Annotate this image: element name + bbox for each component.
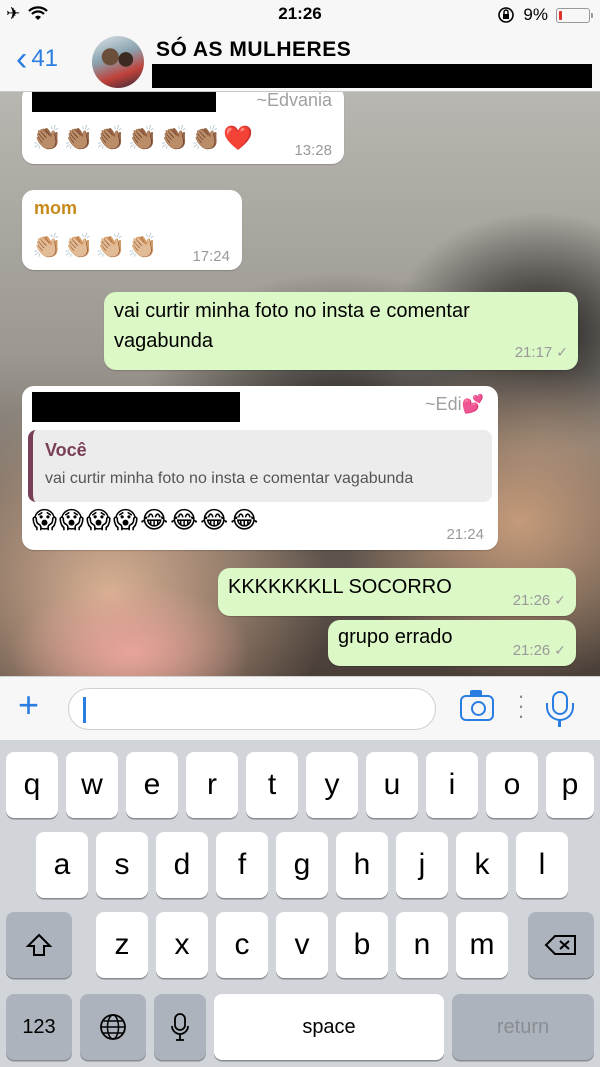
message-bubble-incoming[interactable]: ~Edi💕 Você vai curtir minha foto no inst…	[22, 386, 498, 550]
space-key[interactable]: space	[214, 994, 444, 1060]
key-u[interactable]: u	[366, 752, 418, 818]
backspace-icon	[544, 935, 576, 955]
message-time: 21:17	[514, 344, 553, 361]
keyboard: q w e r t y u i o p a s d f g h j k l z …	[0, 740, 600, 1067]
status-bar: ✈ 21:26 9%	[0, 0, 600, 30]
globe-key[interactable]	[80, 994, 146, 1060]
message-meta: 21:26 ✓	[513, 642, 566, 659]
key-n[interactable]: n	[396, 912, 448, 978]
message-text: 👏🏽👏🏽👏🏽👏🏽👏🏽👏🏽❤️	[32, 125, 256, 152]
text-cursor	[83, 697, 86, 723]
message-sender: ~Edvania	[256, 92, 332, 110]
key-a[interactable]: a	[36, 832, 88, 898]
chat-area[interactable]: ~Edvania 👏🏽👏🏽👏🏽👏🏽👏🏽👏🏽❤️ 13:28 mom 👏🏼👏🏼👏🏼…	[0, 92, 600, 676]
message-time: 13:28	[294, 142, 332, 159]
message-text: 👏🏼👏🏼👏🏼👏🏼	[32, 233, 160, 260]
return-key[interactable]: return	[452, 994, 594, 1060]
key-h[interactable]: h	[336, 832, 388, 898]
battery-icon	[556, 7, 593, 23]
group-avatar[interactable]	[92, 36, 144, 88]
more-icon[interactable]: · · ·	[516, 685, 526, 727]
key-b[interactable]: b	[336, 912, 388, 978]
group-title[interactable]: SÓ AS MULHERES	[156, 38, 351, 62]
key-q[interactable]: q	[6, 752, 58, 818]
key-m[interactable]: m	[456, 912, 508, 978]
composer-bar: + · · ·	[0, 676, 600, 740]
key-d[interactable]: d	[156, 832, 208, 898]
microphone-key-icon	[171, 1013, 189, 1041]
key-e[interactable]: e	[126, 752, 178, 818]
quote-text: vai curtir minha foto no insta e comenta…	[45, 470, 414, 487]
message-bubble-outgoing[interactable]: vai curtir minha foto no insta e comenta…	[104, 292, 578, 370]
shift-key[interactable]	[6, 912, 72, 978]
unread-count: 41	[31, 45, 59, 72]
key-o[interactable]: o	[486, 752, 538, 818]
status-right: 9%	[497, 5, 593, 25]
message-text: KKKKKKKLL SOCORRO	[228, 576, 452, 598]
key-i[interactable]: i	[426, 752, 478, 818]
message-text: 😱😱😱😱😂😂😂😂	[32, 507, 261, 534]
key-g[interactable]: g	[276, 832, 328, 898]
quoted-message[interactable]: Você vai curtir minha foto no insta e co…	[28, 430, 492, 502]
key-c[interactable]: c	[216, 912, 268, 978]
key-f[interactable]: f	[216, 832, 268, 898]
dictation-key[interactable]	[154, 994, 206, 1060]
sent-check-icon: ✓	[554, 592, 566, 608]
camera-icon[interactable]	[460, 690, 494, 721]
message-text: vai curtir minha foto no insta e comenta…	[114, 300, 470, 352]
key-r[interactable]: r	[186, 752, 238, 818]
chevron-left-icon: ‹	[16, 40, 28, 78]
redacted-participants	[152, 64, 592, 88]
message-bubble-outgoing[interactable]: grupo errado 21:26 ✓	[328, 620, 576, 666]
key-y[interactable]: y	[306, 752, 358, 818]
key-s[interactable]: s	[96, 832, 148, 898]
quote-author: Você	[45, 440, 87, 460]
message-meta: 21:17 ✓	[515, 344, 568, 361]
message-text: grupo errado	[338, 626, 453, 648]
back-button[interactable]: ‹ 41	[16, 42, 58, 76]
key-p[interactable]: p	[546, 752, 594, 818]
message-bubble-incoming[interactable]: ~Edvania 👏🏽👏🏽👏🏽👏🏽👏🏽👏🏽❤️ 13:28	[22, 92, 344, 164]
message-input[interactable]	[68, 688, 436, 730]
battery-fill	[559, 10, 562, 20]
message-sender: ~Edi💕	[425, 394, 484, 414]
message-sender: mom	[34, 198, 78, 218]
key-t[interactable]: t	[246, 752, 298, 818]
key-j[interactable]: j	[396, 832, 448, 898]
message-bubble-incoming[interactable]: mom 👏🏼👏🏼👏🏼👏🏼 17:24	[22, 190, 242, 270]
message-time: 21:26	[512, 592, 551, 609]
plus-icon[interactable]: +	[18, 687, 39, 723]
numbers-key[interactable]: 123	[6, 994, 72, 1060]
key-k[interactable]: k	[456, 832, 508, 898]
chat-header: ‹ 41 SÓ AS MULHERES	[0, 30, 600, 92]
key-l[interactable]: l	[516, 832, 568, 898]
battery-percent: 9%	[523, 5, 548, 24]
message-time: 17:24	[192, 248, 230, 265]
microphone-icon-stand	[546, 703, 574, 721]
key-x[interactable]: x	[156, 912, 208, 978]
key-w[interactable]: w	[66, 752, 118, 818]
globe-icon	[100, 1014, 126, 1040]
redacted-phone	[32, 92, 216, 112]
backspace-key[interactable]	[528, 912, 594, 978]
message-time: 21:26	[512, 642, 551, 659]
shift-icon	[25, 933, 53, 956]
sent-check-icon: ✓	[554, 642, 566, 658]
key-z[interactable]: z	[96, 912, 148, 978]
redacted-phone	[32, 392, 240, 422]
rotation-lock-icon	[498, 7, 515, 23]
message-meta: 21:26 ✓	[513, 592, 566, 609]
message-time: 21:24	[446, 526, 484, 543]
key-v[interactable]: v	[276, 912, 328, 978]
sent-check-icon: ✓	[556, 344, 568, 360]
message-bubble-outgoing[interactable]: KKKKKKKLL SOCORRO 21:26 ✓	[218, 568, 576, 616]
